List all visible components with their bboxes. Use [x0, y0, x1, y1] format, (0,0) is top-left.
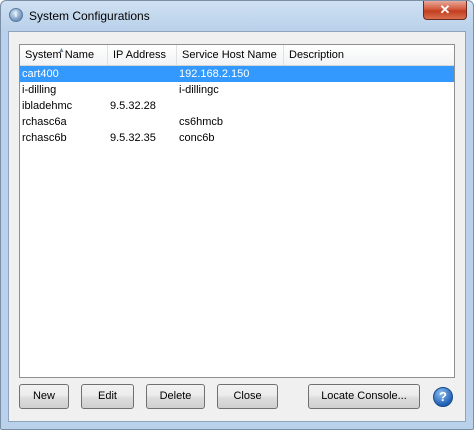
- table-row[interactable]: rchasc6b 9.5.32.35 conc6b: [20, 130, 454, 146]
- cell-system-name: cart400: [22, 68, 59, 80]
- systems-table: ▲ System Name IP Address Service Host Na…: [19, 44, 455, 378]
- close-window-button[interactable]: ✕: [423, 1, 467, 20]
- cell-service-host-name: cs6hmcb: [179, 116, 224, 128]
- column-header-description[interactable]: Description: [284, 45, 454, 65]
- close-button[interactable]: Close: [217, 384, 278, 409]
- column-header-system-name[interactable]: ▲ System Name: [20, 45, 108, 65]
- edit-button[interactable]: Edit: [81, 384, 134, 409]
- cell-system-name: rchasc6a: [22, 116, 67, 128]
- close-icon: ✕: [439, 2, 451, 17]
- cell-ip-address: 9.5.32.28: [110, 100, 156, 112]
- cell-ip-address: [108, 82, 110, 98]
- cell-system-name: rchasc6b: [22, 132, 67, 144]
- table-header: ▲ System Name IP Address Service Host Na…: [20, 45, 454, 66]
- cell-ip-address: [108, 114, 110, 130]
- cell-service-host-name: [177, 98, 179, 114]
- cell-ip-address: 9.5.32.35: [110, 132, 156, 144]
- cell-description: [284, 98, 286, 114]
- cell-description: [284, 66, 286, 82]
- help-icon: ?: [439, 389, 447, 404]
- cell-service-host-name: 192.168.2.150: [179, 68, 250, 80]
- table-row[interactable]: i-dilling i-dillingc: [20, 82, 454, 98]
- dialog-window: i System Configurations ✕ ▲ System Name …: [0, 0, 474, 430]
- table-row[interactable]: cart400 192.168.2.150: [20, 66, 454, 82]
- cell-description: [284, 82, 286, 98]
- column-header-service-host-name[interactable]: Service Host Name: [177, 45, 284, 65]
- cell-service-host-name: i-dillingc: [179, 84, 219, 96]
- cell-system-name: ibladehmc: [22, 100, 73, 112]
- cell-ip-address: [108, 66, 110, 82]
- cell-description: [284, 114, 286, 130]
- title-bar[interactable]: i System Configurations ✕: [1, 1, 473, 31]
- cell-system-name: i-dilling: [22, 84, 57, 96]
- table-row[interactable]: rchasc6a cs6hmcb: [20, 114, 454, 130]
- column-header-ip-address[interactable]: IP Address: [108, 45, 177, 65]
- dialog-content: ▲ System Name IP Address Service Host Na…: [8, 31, 466, 422]
- locate-console-button[interactable]: Locate Console...: [308, 384, 420, 409]
- cell-service-host-name: conc6b: [179, 132, 215, 144]
- window-title: System Configurations: [29, 9, 150, 23]
- new-button[interactable]: New: [19, 384, 69, 409]
- sort-ascending-icon: ▲: [58, 47, 65, 54]
- table-row[interactable]: ibladehmc 9.5.32.28: [20, 98, 454, 114]
- cell-description: [284, 130, 286, 146]
- help-button[interactable]: ?: [433, 387, 453, 407]
- app-icon: i: [9, 8, 23, 22]
- delete-button[interactable]: Delete: [146, 384, 205, 409]
